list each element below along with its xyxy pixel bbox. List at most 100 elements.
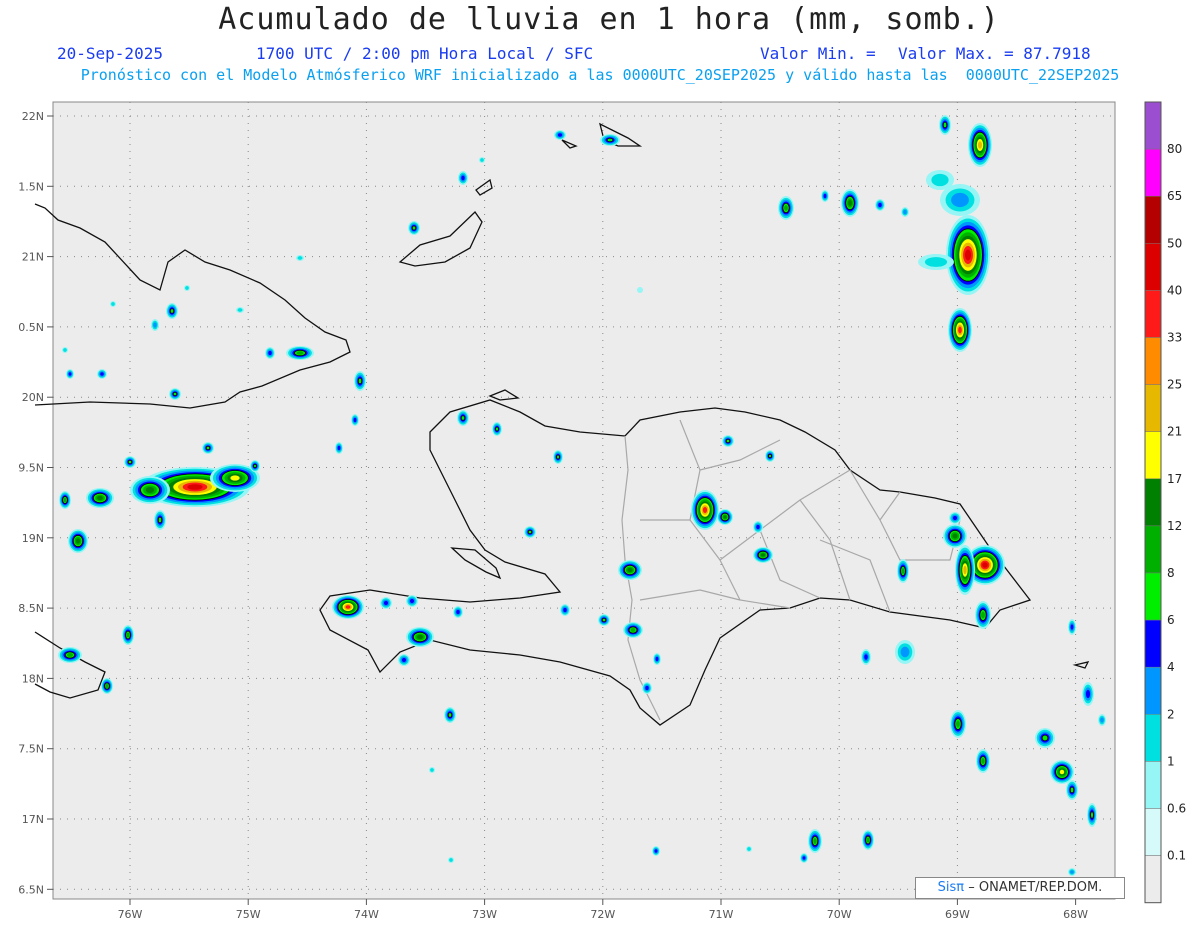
colorbar-label: 0.6 (1167, 802, 1186, 816)
lon-label: 75W (236, 908, 261, 921)
lat-label: 19N (22, 532, 44, 545)
rain-cell (598, 614, 610, 626)
credit-box: Sisπ – ONAMET/REP.DOM. (915, 877, 1125, 899)
colorbar-label: 21 (1167, 425, 1182, 439)
lat-label: 1.5N (18, 180, 44, 193)
rain-cell (457, 410, 469, 426)
rain-cell (296, 255, 304, 261)
lat-label: 20N (22, 391, 44, 404)
colorbar-swatch (1144, 666, 1162, 715)
rain-cell (68, 529, 88, 553)
colorbar-label: 50 (1167, 236, 1182, 250)
rain-cell (800, 853, 808, 863)
rain-cell (354, 371, 366, 391)
colorbar-swatch (1144, 243, 1162, 291)
lat-label: 0.5N (18, 321, 44, 334)
lon-label: 72W (590, 908, 615, 921)
rain-cell (1068, 868, 1076, 876)
credit-org: – ONAMET/REP.DOM. (968, 880, 1103, 895)
rain-cell (62, 347, 68, 353)
rain-cell (943, 524, 967, 548)
colorbar-label: 2 (1167, 707, 1175, 721)
rain-cell (154, 510, 166, 530)
colorbar-swatch (1144, 572, 1162, 621)
rain-cell (236, 307, 244, 313)
rain-cell (600, 134, 620, 146)
rain-cell (453, 606, 463, 618)
colorbar-swatch (1144, 855, 1162, 903)
rain-cell (875, 199, 885, 211)
rain-cell (408, 221, 420, 235)
rain-cell (122, 625, 134, 645)
latitude-labels: 22N 1.5N 21N 0.5N 20N 9.5N 19N 8.5N 18N 7.5N 17N 6.… (18, 110, 53, 896)
colorbar-label: 17 (1167, 472, 1182, 486)
colorbar-label: 12 (1167, 519, 1182, 533)
rain-cell (722, 435, 734, 447)
rain-cell (821, 190, 829, 202)
colorbar-swatch (1144, 714, 1162, 762)
rain-cell (66, 369, 74, 379)
colorbar-swatch (1144, 431, 1162, 480)
lat-label: 6.5N (18, 883, 44, 896)
colorbar-swatch (1144, 148, 1162, 197)
rain-cell (976, 749, 990, 773)
colorbar-swatch (1144, 384, 1162, 432)
rain-cell (968, 123, 992, 167)
rain-cell (110, 301, 116, 307)
colorbar-swatch (1144, 195, 1162, 244)
rain-cell (351, 414, 359, 426)
rain-cell (975, 601, 991, 629)
rain-cell (717, 509, 733, 525)
rain-cell (335, 442, 343, 454)
rain-cell (642, 682, 652, 694)
rain-cell (250, 460, 260, 472)
rain-cell (59, 491, 71, 509)
rain-cell (560, 604, 570, 616)
rain-cell (637, 287, 643, 293)
sis-logo: Sisπ (937, 880, 965, 895)
rain-cell (492, 422, 502, 436)
rain-cell (623, 622, 643, 638)
rain-cell (1098, 714, 1106, 726)
lat-label: 7.5N (18, 743, 44, 756)
lat-label: 9.5N (18, 462, 44, 475)
rain-cell (286, 346, 314, 360)
rain-cell (479, 157, 485, 163)
rain-cell (861, 649, 871, 665)
colorbar: 806550403325211712864210.60.1 (1144, 101, 1186, 904)
rain-cell (926, 170, 954, 190)
lon-label: 71W (709, 908, 734, 921)
colorbar-label: 8 (1167, 566, 1175, 580)
colorbar-swatch (1144, 619, 1162, 668)
colorbar-label: 4 (1167, 660, 1175, 674)
rain-cell (429, 767, 435, 773)
rain-cell (652, 846, 660, 856)
lat-label: 21N (22, 251, 44, 264)
rain-cell (86, 488, 114, 508)
rain-cell (841, 189, 859, 217)
rain-cell (406, 595, 418, 607)
rain-cell (265, 347, 275, 359)
rain-cell (778, 196, 794, 220)
rain-cell (554, 130, 566, 140)
rain-cell (618, 560, 642, 580)
lon-label: 74W (354, 908, 379, 921)
map-canvas: 22N 1.5N 21N 0.5N 20N 9.5N 19N 8.5N 18N 7.5N 17N 6.… (18, 101, 1186, 921)
rain-cell (1066, 780, 1078, 800)
rain-cell (901, 207, 909, 217)
rain-cell (124, 456, 136, 468)
rain-cell (553, 450, 563, 464)
colorbar-label: 65 (1167, 189, 1182, 203)
lat-label: 17N (22, 813, 44, 826)
rain-cell (753, 547, 773, 563)
rain-cell (753, 521, 763, 533)
longitude-labels: 76W 75W 74W 73W 72W 71W 70W 69W 68W (118, 899, 1088, 921)
rain-cell (1035, 728, 1055, 748)
rain-cell (1082, 682, 1094, 706)
colorbar-label: 25 (1167, 378, 1182, 392)
colorbar-label: 0.1 (1167, 849, 1186, 863)
rain-cell (130, 476, 170, 504)
rain-cell (1068, 619, 1076, 635)
colorbar-swatch (1144, 337, 1162, 385)
rain-cell (97, 369, 107, 379)
